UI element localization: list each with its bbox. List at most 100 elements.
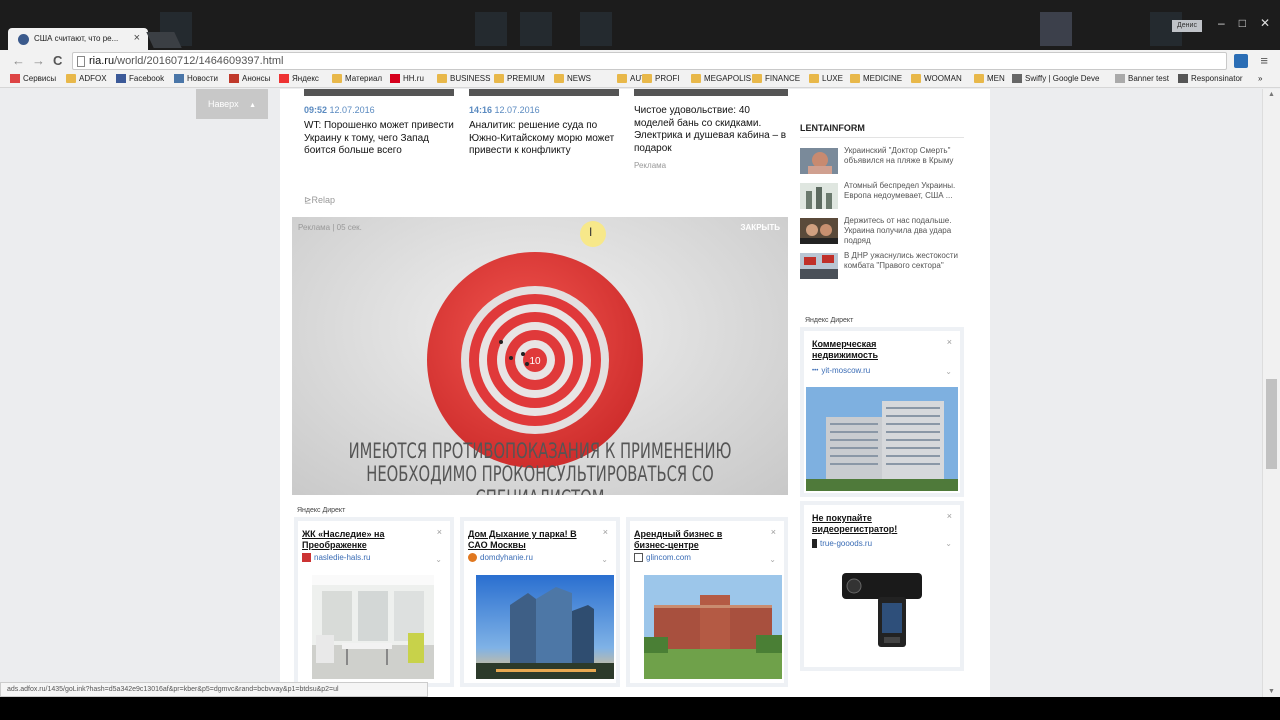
scroll-up-icon[interactable]: ▲: [1268, 91, 1275, 98]
bookmark-label: MEDICINE: [863, 74, 903, 83]
lentainform-item[interactable]: Атомный беспредел Украины. Европа недоум…: [800, 181, 968, 211]
bookmark-item[interactable]: Материал: [332, 74, 382, 83]
direct-ad-domain-text: nasledie-hals.ru: [314, 553, 371, 562]
back-to-top-button[interactable]: Наверх ▲: [196, 89, 268, 119]
direct-ad-close-icon[interactable]: ×: [603, 527, 608, 537]
relap-link[interactable]: ⊵Relap: [304, 195, 335, 206]
bookmark-item[interactable]: Swiffy | Google Deve: [1012, 74, 1099, 83]
lentainform-item[interactable]: Украинский "Доктор Смерть" объявился на …: [800, 146, 968, 176]
news-meta: 09:52 12.07.2016: [304, 105, 454, 115]
title-bar: США считают, что ре... × Денис – □ ✕: [0, 0, 1280, 50]
bookmark-item[interactable]: MEDICINE: [850, 74, 902, 83]
direct-ad-close-icon[interactable]: ×: [771, 527, 776, 537]
bookmark-item[interactable]: NEWS: [554, 74, 591, 83]
folder-icon: [642, 74, 652, 83]
direct-ad-card[interactable]: Не покупайте видеорегистратор! × true-go…: [800, 501, 964, 671]
chrome-menu-icon[interactable]: ≡: [1260, 53, 1268, 68]
news-item[interactable]: Чистое удовольствие: 40 моделей бань со …: [634, 89, 788, 170]
scroll-down-icon[interactable]: ▼: [1268, 688, 1275, 695]
lentainform-text[interactable]: Украинский "Доктор Смерть" объявился на …: [844, 146, 966, 166]
bookmark-item[interactable]: Новости: [174, 74, 218, 83]
bookmark-item[interactable]: Сервисы: [10, 74, 56, 83]
chevron-down-icon[interactable]: ⌄: [769, 555, 776, 564]
bookmark-item[interactable]: BUSINESS: [437, 74, 490, 83]
extension-icon[interactable]: [1234, 54, 1248, 68]
direct-ad-domain-text: glincom.com: [646, 553, 691, 562]
business-center-photo: [644, 575, 782, 679]
bookmark-item[interactable]: Яндекс: [279, 74, 319, 83]
chevron-down-icon[interactable]: ⌄: [945, 367, 952, 376]
close-window-icon[interactable]: ✕: [1260, 16, 1270, 30]
lentainform-text[interactable]: Атомный беспредел Украины. Европа недоум…: [844, 181, 966, 201]
bookmark-item[interactable]: Анонсы: [229, 74, 270, 83]
bookmark-item[interactable]: Facebook: [116, 74, 164, 83]
back-icon[interactable]: ←: [12, 53, 25, 68]
bookmarks-more-icon[interactable]: »: [1258, 74, 1262, 83]
news-thumbnail: [469, 89, 619, 96]
direct-ad-domain[interactable]: nasledie-hals.ru: [302, 553, 370, 562]
direct-ad-domain[interactable]: domdyhanie.ru: [468, 553, 533, 562]
chevron-down-icon[interactable]: ⌄: [945, 539, 952, 548]
direct-ad-close-icon[interactable]: ×: [947, 511, 952, 521]
direct-ad-title[interactable]: Коммерческая недвижимость: [812, 339, 932, 361]
direct-ad-close-icon[interactable]: ×: [437, 527, 442, 537]
direct-ad-domain[interactable]: ••• yit-moscow.ru: [812, 366, 870, 375]
bookmark-item[interactable]: FINANCE: [752, 74, 800, 83]
news-thumbnail: [304, 89, 454, 96]
lentainform-item[interactable]: В ДНР ужаснулись жестокости комбата "Пра…: [800, 251, 968, 281]
address-bar[interactable]: ria.ru/world/20160712/1464609397.html: [72, 52, 1227, 70]
lentainform-text[interactable]: Держитесь от нас подальше. Украина получ…: [844, 216, 966, 246]
direct-ad-card[interactable]: Коммерческая недвижимость × ••• yit-mosco…: [800, 327, 964, 497]
direct-ad-title[interactable]: Не покупайте видеорегистратор!: [812, 513, 932, 535]
folder-icon: [437, 74, 447, 83]
page-scrollbar[interactable]: ▲ ▼: [1262, 89, 1280, 697]
news-item[interactable]: 14:16 12.07.2016 Аналитик: решение суда …: [469, 89, 619, 158]
news-date: 12.07.2016: [329, 105, 375, 115]
bookmark-item[interactable]: LUXE: [809, 74, 843, 83]
browser-tab[interactable]: США считают, что ре... ×: [8, 28, 148, 50]
chevron-down-icon[interactable]: ⌄: [435, 555, 442, 564]
bookmark-item[interactable]: PREMIUM: [494, 74, 545, 83]
scrollbar-thumb[interactable]: [1266, 379, 1277, 469]
chevron-down-icon[interactable]: ⌄: [601, 555, 608, 564]
tab-title: США считают, что ре...: [34, 34, 119, 43]
video-ad[interactable]: Реклама | 05 сек. ЗАКРЫТЬ 10 ИМЕЮТСЯ ПРО…: [292, 217, 788, 495]
lentainform-text[interactable]: В ДНР ужаснулись жестокости комбата "Пра…: [844, 251, 966, 271]
maximize-icon[interactable]: □: [1239, 16, 1246, 30]
direct-ad-title[interactable]: Дом Дыхание у парка! В САО Москвы: [468, 529, 588, 551]
news-headline[interactable]: WT: Порошенко может привести Украину к т…: [304, 120, 454, 158]
reload-icon[interactable]: C: [53, 53, 62, 68]
warning-line-1: ИМЕЮТСЯ ПРОТИВОПОКАЗАНИЯ К ПРИМЕНЕНИЮ: [348, 439, 732, 463]
news-headline[interactable]: Чистое удовольствие: 40 моделей бань со …: [634, 105, 788, 155]
user-badge[interactable]: Денис: [1172, 20, 1202, 32]
tab-close-icon[interactable]: ×: [134, 32, 140, 44]
direct-ad-card[interactable]: Дом Дыхание у парка! В САО Москвы × domd…: [460, 517, 620, 687]
folder-icon: [911, 74, 921, 83]
folder-icon: [850, 74, 860, 83]
domain-favicon-icon: [634, 553, 643, 562]
bookmark-item[interactable]: PROFI: [642, 74, 679, 83]
lentainform-thumbnail: [800, 148, 838, 174]
minimize-icon[interactable]: –: [1218, 16, 1225, 30]
bookmark-item[interactable]: MEN: [974, 74, 1005, 83]
direct-ad-close-icon[interactable]: ×: [947, 337, 952, 347]
direct-ad-domain[interactable]: glincom.com: [634, 553, 691, 562]
bookmark-label: Яндекс: [292, 74, 319, 83]
news-item[interactable]: 09:52 12.07.2016 WT: Порошенко может при…: [304, 89, 454, 158]
bookmark-item[interactable]: MEGAPOLIS: [691, 74, 751, 83]
bookmark-item[interactable]: ADFOX: [66, 74, 107, 83]
lentainform-item[interactable]: Держитесь от нас подальше. Украина получ…: [800, 216, 968, 246]
taskbar-tile: [475, 12, 507, 46]
direct-ad-domain[interactable]: true-gooods.ru: [812, 539, 872, 548]
video-ad-close-button[interactable]: ЗАКРЫТЬ: [741, 223, 780, 232]
bookmark-item[interactable]: HH.ru: [390, 74, 424, 83]
direct-ad-card[interactable]: ЖК «Наследие» на Преображенке × nasledie…: [294, 517, 454, 687]
bookmark-item[interactable]: Banner test: [1115, 74, 1169, 83]
bookmark-item[interactable]: Responsinator: [1178, 74, 1243, 83]
forward-icon[interactable]: →: [32, 53, 45, 68]
bookmark-item[interactable]: WOOMAN: [911, 74, 962, 83]
direct-ad-title[interactable]: ЖК «Наследие» на Преображенке: [302, 529, 422, 551]
direct-ad-title[interactable]: Арендный бизнес в бизнес-центре: [634, 529, 754, 551]
direct-ad-card[interactable]: Арендный бизнес в бизнес-центре × glinco…: [626, 517, 788, 687]
news-headline[interactable]: Аналитик: решение суда по Южно-Китайском…: [469, 120, 619, 158]
